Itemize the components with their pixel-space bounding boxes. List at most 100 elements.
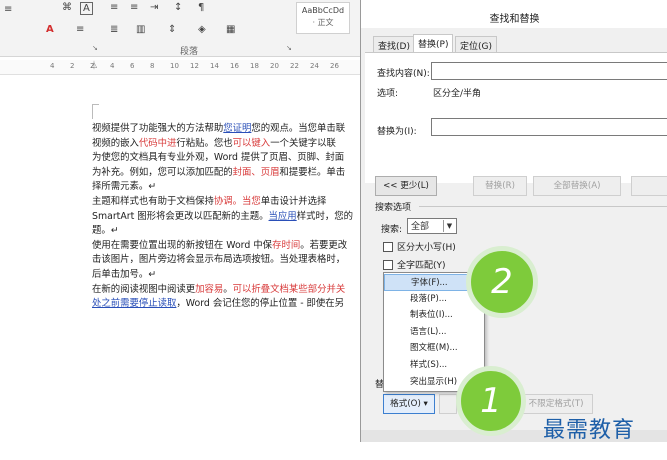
group-launcher-icon[interactable]: ↘ <box>92 44 98 52</box>
text-run: 视频的嵌入 <box>92 137 139 149</box>
find-label: 查找内容(N): <box>377 69 430 79</box>
no-formatting-button[interactable]: 不限定格式(T) <box>519 394 593 414</box>
ruler: 4 2 2 4 6 8 10 12 14 16 18 20 22 24 26 ⏃ <box>0 60 360 75</box>
text-run: 代码中进 <box>138 137 177 149</box>
style-normal-label: · 正文 <box>312 18 334 27</box>
document-line: SmartArt 图形将会更改以匹配新的主题。当应用样式时，您的 <box>92 210 362 225</box>
dialog-title: 查找和替换 <box>489 14 540 25</box>
text-run: 使用在需要位置出现的新按钮在 Word 中保 <box>92 239 273 251</box>
font-color-icon[interactable]: A <box>46 24 54 35</box>
find-input[interactable] <box>431 62 667 80</box>
divider <box>419 206 667 207</box>
line-spacing-icon[interactable]: ⇕ <box>168 24 176 35</box>
step-2-callout: 2 <box>466 246 538 318</box>
document-line: 后单击加号。↵ <box>92 268 362 283</box>
document-line: 为补充。例如，您可以添加匹配的封面、页眉和提要栏。单击 <box>92 166 362 181</box>
text-run: 存时间 <box>272 239 301 251</box>
whole-word-checkbox[interactable] <box>383 260 393 270</box>
special-button[interactable] <box>439 394 457 414</box>
text-run: 为使您的文档具有专业外观，Word 提供了页眉、页脚、封面 <box>92 152 345 164</box>
replace-input[interactable] <box>431 118 667 136</box>
borders-icon[interactable]: ▦ <box>226 24 235 35</box>
text-run: 。 <box>223 283 233 295</box>
text-run: 可以键入 <box>232 137 271 149</box>
format-menu-item[interactable]: 图文框(M)... <box>384 340 484 357</box>
indent-icon[interactable]: ⇥ <box>150 2 158 13</box>
margin-marker <box>92 104 99 119</box>
format-menu-item[interactable]: 样式(S)... <box>384 357 484 374</box>
ruler-tick: 4 <box>110 62 115 70</box>
distribute-icon[interactable]: ▥ <box>136 24 145 35</box>
text-run: 择所需元素。↵ <box>92 181 157 193</box>
text-run: 些部分并关 <box>298 283 346 295</box>
text-run: 击该图片，图片旁边将会显示布局选项按钮。当处理表格时， <box>92 254 346 266</box>
document-body[interactable]: 视频提供了功能强大的方法帮助您证明您的观点。当您单击联 视频的嵌入代码中进行粘贴。… <box>92 122 362 312</box>
text-run: 单击设计并选择 <box>260 195 327 207</box>
align-left-icon[interactable]: ≡ <box>110 2 118 13</box>
replace-with-label: 替换为(I): <box>377 127 417 137</box>
text-run: 为补充。例如，您可以添加匹配的 <box>92 166 233 178</box>
options-label: 选项: <box>377 89 399 99</box>
replace-all-button[interactable]: 全部替换(A) <box>533 176 621 196</box>
search-direction-value: 全部 <box>411 222 430 232</box>
document-line: 处之前需要停止读取，Word 会记住您的停止位置 - 即使在另 <box>92 297 362 312</box>
shading-icon[interactable]: ◈ <box>198 24 206 35</box>
chevron-down-icon[interactable]: ▼ <box>443 220 455 232</box>
format-button[interactable]: 格式(O) ▾ <box>383 394 435 414</box>
align-center-icon[interactable]: ≡ <box>76 24 84 35</box>
format-menu-item[interactable]: 制表位(I)... <box>384 307 484 324</box>
ruler-tick: 6 <box>130 62 135 70</box>
document-line: 视频的嵌入代码中进行粘贴。您也可以键入一个关键字以联 <box>92 137 362 152</box>
format-menu-item[interactable]: 语言(L)... <box>384 324 484 341</box>
justify-icon[interactable]: ≣ <box>110 24 118 35</box>
text-run: 一个关键字以联 <box>270 137 336 149</box>
style-normal[interactable]: AaBbCcDd · 正文 <box>296 2 350 34</box>
document-line: 视频提供了功能强大的方法帮助您证明您的观点。当您单击联 <box>92 122 362 137</box>
replace-button[interactable]: 替换(R) <box>473 176 527 196</box>
watermark-logo: 最需教育 <box>543 418 636 443</box>
ruler-tick: 8 <box>150 62 155 70</box>
text-run: 封面、页眉 <box>232 166 280 178</box>
indent-marker-icon[interactable]: ⏃ <box>90 60 98 71</box>
text-run: SmartArt 图形将会更改以匹配新的主题。 <box>92 210 269 222</box>
show-marks-icon[interactable]: ¶ <box>198 2 204 13</box>
text-run: 在新的阅读视图中阅读更 <box>92 283 196 295</box>
search-direction-select[interactable]: 全部 ▼ <box>407 218 457 234</box>
text-run: 视频提供了功能强大的方法帮助 <box>92 123 224 134</box>
align-right-icon[interactable]: ≡ <box>130 2 138 13</box>
ruler-tick: 14 <box>210 62 219 70</box>
text-run: 。若要更改 <box>300 239 348 251</box>
format-painter-icon[interactable]: ⌘ <box>62 2 72 13</box>
text-run: 题。↵ <box>92 225 119 237</box>
find-next-button[interactable] <box>631 176 667 196</box>
document-line: 主题和样式也有助于文档保持协调。当您单击设计并选择 <box>92 195 362 210</box>
step-1-callout: 1 <box>456 366 526 436</box>
text-run: 当应用 <box>268 210 297 222</box>
ruler-tick: 16 <box>230 62 239 70</box>
text-run: 样式时，您的 <box>296 210 353 222</box>
char-border-icon[interactable]: A <box>80 2 93 15</box>
ruler-tick: 20 <box>270 62 279 70</box>
ruler-tick: 12 <box>190 62 199 70</box>
document-line: 题。↵ <box>92 224 362 239</box>
whole-word-label: 全字匹配(Y) <box>397 261 446 271</box>
bullets-icon[interactable]: ≡ <box>4 4 12 15</box>
ruler-tick: 4 <box>50 62 55 70</box>
sort-icon[interactable]: ↕ <box>174 2 182 13</box>
match-case-checkbox[interactable] <box>383 242 393 252</box>
text-run: 可以折叠文档某 <box>232 283 299 295</box>
document-line: 择所需元素。↵ <box>92 180 362 195</box>
text-run: 后单击加号。↵ <box>92 268 157 280</box>
text-run: 主题和样式也有助于文档保持 <box>92 195 214 207</box>
ruler-tick: 22 <box>290 62 299 70</box>
ruler-tick: 10 <box>170 62 179 70</box>
document-line: 使用在需要位置出现的新按钮在 Word 中保存时间。若要更改 <box>92 239 362 254</box>
document-line: 为使您的文档具有专业外观，Word 提供了页眉、页脚、封面 <box>92 151 362 166</box>
less-button[interactable]: << 更少(L) <box>375 176 437 196</box>
text-run: 行粘贴。您也 <box>176 137 233 149</box>
text-run: 您的观点。当您单击联 <box>251 123 346 134</box>
text-run: 您证明 <box>223 123 252 134</box>
paragraph-launcher-icon[interactable]: ↘ <box>286 44 292 52</box>
ruler-tick: 2 <box>70 62 75 70</box>
text-run: 处之前需要停止读取 <box>92 298 177 310</box>
